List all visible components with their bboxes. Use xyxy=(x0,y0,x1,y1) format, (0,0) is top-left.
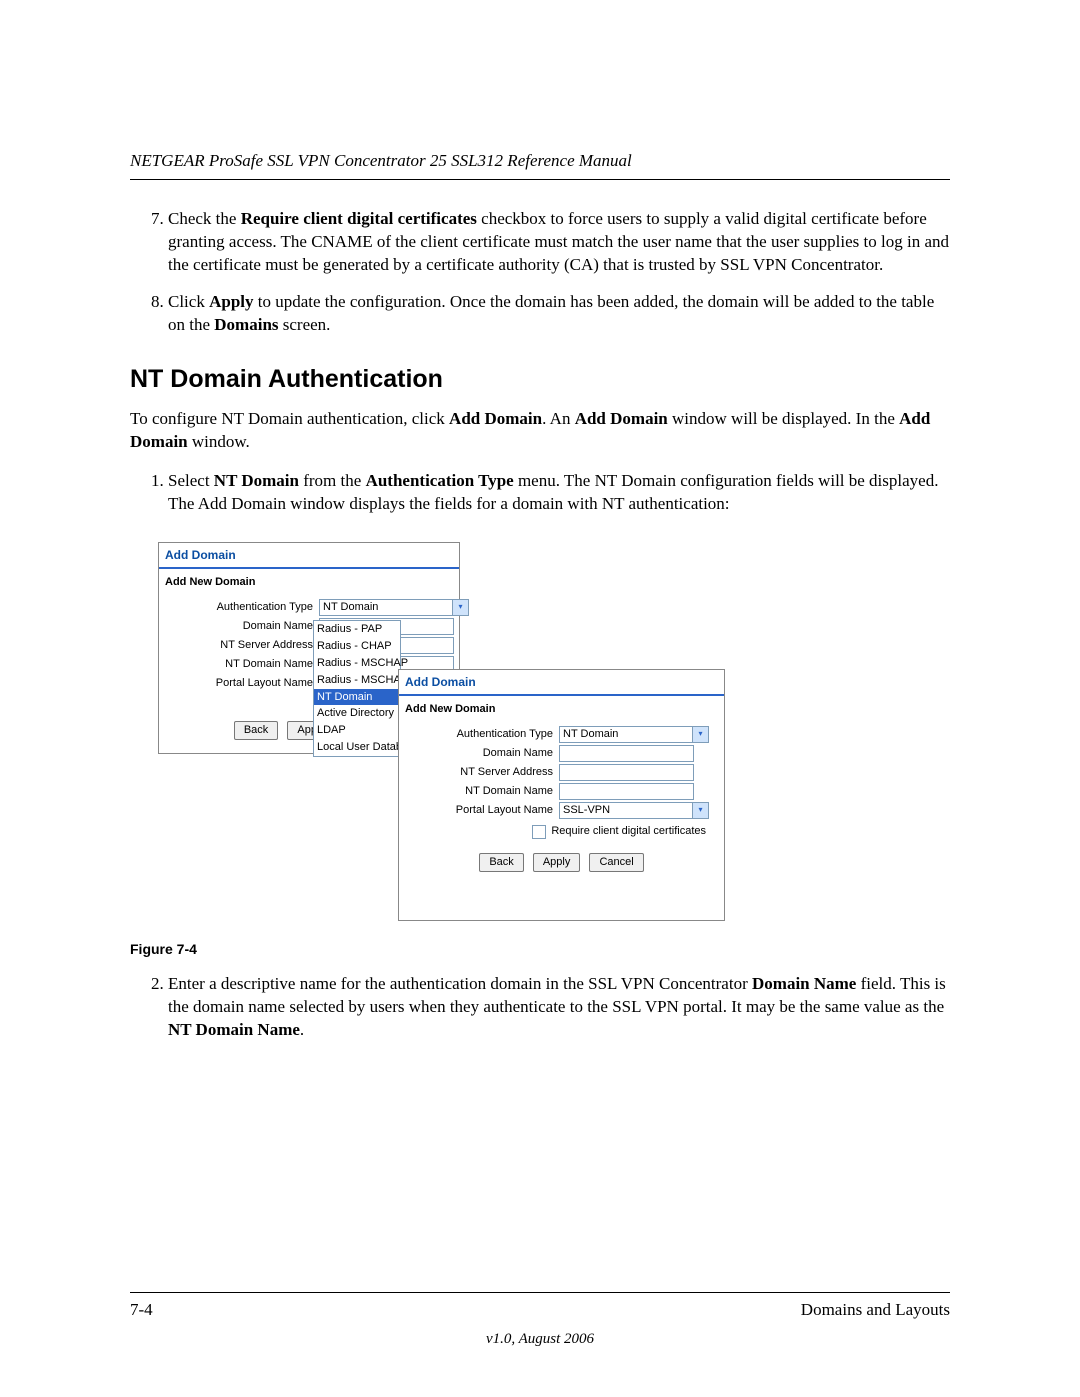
dialog2-title: Add Domain xyxy=(399,670,724,696)
nt-server-input-2[interactable] xyxy=(559,764,694,781)
intro-mid: . An xyxy=(542,409,575,428)
intro-mid2: window will be displayed. In the xyxy=(668,409,899,428)
step2-b1: Domain Name xyxy=(752,974,856,993)
step8-post: screen. xyxy=(279,315,331,334)
document-footer: 7-4 Domains and Layouts xyxy=(130,1292,950,1322)
dialog1-subtitle: Add New Domain xyxy=(159,569,459,598)
step1-mid: from the xyxy=(299,471,366,490)
row2-portal: Portal Layout Name SSL-VPN ▾ xyxy=(399,801,724,820)
auth-type-select-2[interactable]: NT Domain ▾ xyxy=(559,726,709,743)
label2-nt-server: NT Server Address xyxy=(405,765,559,780)
opt-radius-chap[interactable]: Radius - CHAP xyxy=(314,638,400,655)
opt-radius-mschapv2[interactable]: Radius - MSCHAPV2 xyxy=(314,672,400,689)
label2-auth-type: Authentication Type xyxy=(405,727,559,742)
intro-b1: Add Domain xyxy=(449,409,542,428)
portal-value-2: SSL-VPN xyxy=(563,803,610,818)
nt-domain-input-2[interactable] xyxy=(559,783,694,800)
portal-select-2[interactable]: SSL-VPN ▾ xyxy=(559,802,709,819)
label-domain-name: Domain Name xyxy=(165,619,319,634)
step2-pre: Enter a descriptive name for the authent… xyxy=(168,974,752,993)
step8-bold2: Domains xyxy=(214,315,278,334)
apply-button-2[interactable]: Apply xyxy=(533,853,581,872)
label-auth-type: Authentication Type xyxy=(165,600,319,615)
auth-type-dropdown-list[interactable]: Radius - PAP Radius - CHAP Radius - MSCH… xyxy=(313,620,401,757)
footer-section: Domains and Layouts xyxy=(801,1299,950,1322)
label2-domain-name: Domain Name xyxy=(405,746,559,761)
document-header: NETGEAR ProSafe SSL VPN Concentrator 25 … xyxy=(130,150,950,180)
step1-b2: Authentication Type xyxy=(366,471,514,490)
step7-text: Check the xyxy=(168,209,241,228)
section-step-list: Select NT Domain from the Authentication… xyxy=(130,470,950,516)
step1-pre: Select xyxy=(168,471,214,490)
require-cert-checkbox-2[interactable] xyxy=(532,825,546,839)
domain-name-input-2[interactable] xyxy=(559,745,694,762)
section-title: NT Domain Authentication xyxy=(130,363,950,397)
row-domain-name: Domain Name xyxy=(159,617,459,636)
row2-nt-domain: NT Domain Name xyxy=(399,782,724,801)
opt-active-directory[interactable]: Active Directory xyxy=(314,705,400,722)
row2-domain-name: Domain Name xyxy=(399,744,724,763)
document-page: NETGEAR ProSafe SSL VPN Concentrator 25 … xyxy=(0,0,1080,1397)
top-step-list: Check the Require client digital certifi… xyxy=(130,208,950,337)
opt-radius-pap[interactable]: Radius - PAP xyxy=(314,621,400,638)
intro-pre: To configure NT Domain authentication, c… xyxy=(130,409,449,428)
cancel-button-2[interactable]: Cancel xyxy=(589,853,643,872)
back-button[interactable]: Back xyxy=(234,721,278,740)
step2-b2: NT Domain Name xyxy=(168,1020,300,1039)
section-step-list-2: Enter a descriptive name for the authent… xyxy=(130,973,950,1042)
dialog1-title: Add Domain xyxy=(159,543,459,569)
chevron-down-icon: ▾ xyxy=(692,727,708,742)
step8-bold1: Apply xyxy=(209,292,253,311)
add-domain-dialog-nt: Add Domain Add New Domain Authentication… xyxy=(398,669,725,921)
label-nt-domain: NT Domain Name xyxy=(165,657,319,672)
row2-nt-server: NT Server Address xyxy=(399,763,724,782)
step-7: Check the Require client digital certifi… xyxy=(168,208,950,277)
dialog2-buttons: Back Apply Cancel xyxy=(399,841,724,878)
auth-type-value: NT Domain xyxy=(323,600,378,615)
intro-post: window. xyxy=(188,432,250,451)
opt-radius-mschap[interactable]: Radius - MSCHAP xyxy=(314,655,400,672)
opt-ldap[interactable]: LDAP xyxy=(314,722,400,739)
opt-nt-domain[interactable]: NT Domain xyxy=(314,689,400,706)
step7-bold1: Require client digital certificates xyxy=(241,209,477,228)
step1-b1: NT Domain xyxy=(214,471,299,490)
label2-portal: Portal Layout Name xyxy=(405,803,559,818)
opt-local-user-db[interactable]: Local User Datab xyxy=(314,739,400,756)
intro-paragraph: To configure NT Domain authentication, c… xyxy=(130,408,950,454)
chevron-down-icon: ▾ xyxy=(692,803,708,818)
row2-require-cert: Require client digital certificates xyxy=(399,820,724,841)
step2-post: . xyxy=(300,1020,304,1039)
label2-nt-domain: NT Domain Name xyxy=(405,784,559,799)
chevron-down-icon: ▾ xyxy=(452,600,468,615)
intro-b2: Add Domain xyxy=(575,409,668,428)
row-nt-server: NT Server Address xyxy=(159,636,459,655)
back-button-2[interactable]: Back xyxy=(479,853,523,872)
row2-auth-type: Authentication Type NT Domain ▾ xyxy=(399,725,724,744)
require-cert-label: Require client digital certificates xyxy=(551,824,706,839)
label-portal: Portal Layout Name xyxy=(165,676,319,691)
footer-version: v1.0, August 2006 xyxy=(0,1329,1080,1349)
step-8: Click Apply to update the configuration.… xyxy=(168,291,950,337)
label-nt-server: NT Server Address xyxy=(165,638,319,653)
figure-caption: Figure 7-4 xyxy=(130,940,950,959)
auth-type-value-2: NT Domain xyxy=(563,727,618,742)
auth-type-select[interactable]: NT Domain ▾ xyxy=(319,599,469,616)
row-auth-type: Authentication Type NT Domain ▾ xyxy=(159,598,459,617)
step8-pre: Click xyxy=(168,292,209,311)
step-1: Select NT Domain from the Authentication… xyxy=(168,470,950,516)
step-2: Enter a descriptive name for the authent… xyxy=(168,973,950,1042)
figure-7-4: Add Domain Add New Domain Authentication… xyxy=(158,542,950,932)
footer-page-number: 7-4 xyxy=(130,1299,153,1322)
dialog2-subtitle: Add New Domain xyxy=(399,696,724,725)
